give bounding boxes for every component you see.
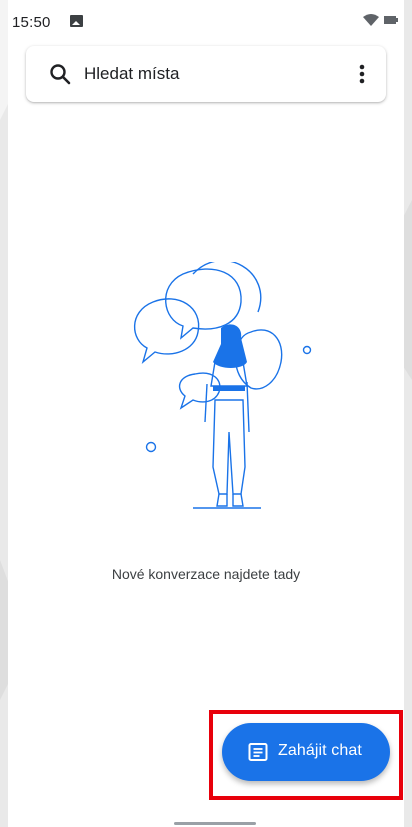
search-bar[interactable]: Hledat místa: [26, 46, 386, 102]
image-icon: [70, 15, 83, 27]
home-indicator[interactable]: [174, 822, 256, 825]
app-screen: 15:50 Hledat místa Nové konverzace najde…: [8, 0, 404, 827]
status-bar: 15:50: [8, 0, 404, 36]
search-input[interactable]: Hledat místa: [84, 64, 179, 84]
wifi-icon: [363, 14, 379, 26]
more-vert-icon[interactable]: [348, 60, 376, 88]
status-time: 15:50: [12, 14, 51, 31]
chat-icon: [248, 743, 268, 761]
empty-state-message: Nové konverzace najdete tady: [111, 566, 301, 582]
status-icons: [362, 13, 398, 27]
start-chat-label: Zahájit chat: [278, 742, 362, 759]
empty-state-illustration: [133, 262, 312, 509]
battery-icon: [384, 16, 398, 24]
search-icon[interactable]: [48, 62, 72, 86]
start-chat-button[interactable]: Zahájit chat: [222, 723, 390, 781]
